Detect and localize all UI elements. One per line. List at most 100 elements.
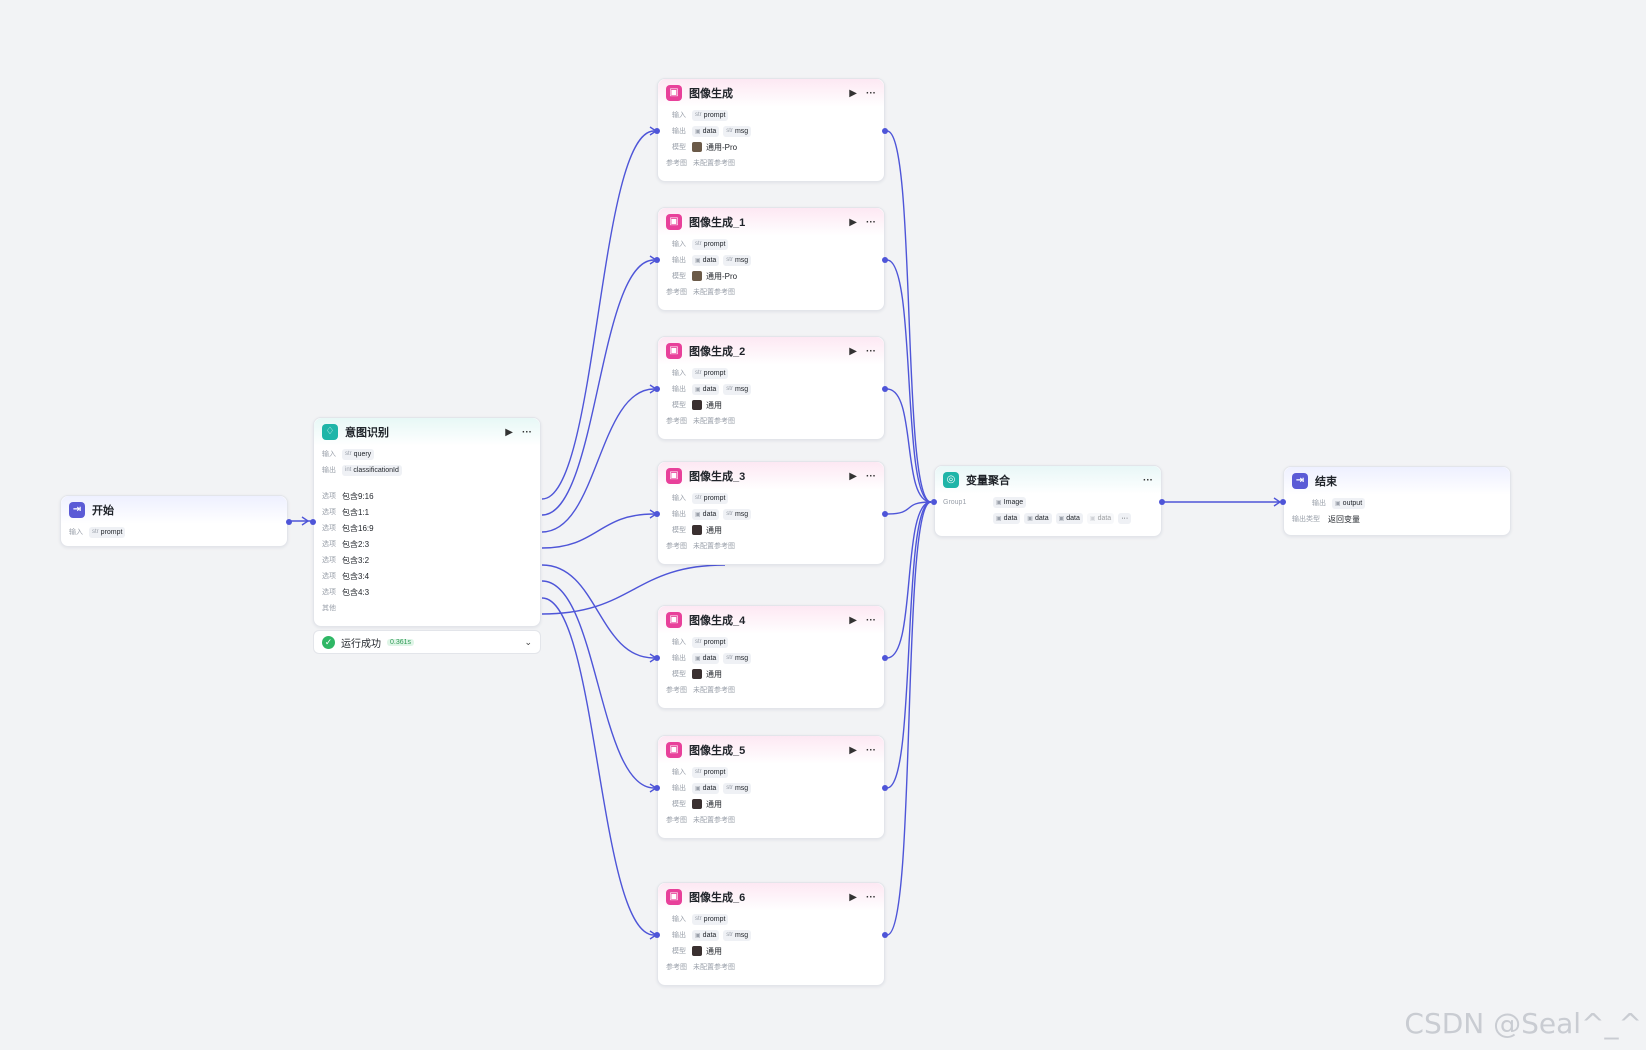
edge-intent-image-3 (541, 513, 655, 549)
image-gen-node-1[interactable]: ▣ 图像生成_1 ▶ ··· 输入 str prompt 输出 ▣ data str m… (654, 207, 888, 311)
run-icon[interactable]: ▶ (505, 427, 513, 438)
group-var-tag: ▣ Image (993, 496, 1027, 508)
image-icon: ▣ (666, 612, 682, 628)
start-output-port[interactable] (286, 519, 292, 525)
aggregate-input-port[interactable] (931, 499, 937, 505)
output-var-tag: int classificationId (342, 464, 402, 476)
image-gen-input-port[interactable] (654, 511, 660, 517)
image-gen-output-row: 输出 ▣ data str msg (658, 506, 884, 522)
model-thumbnail (692, 669, 702, 679)
image-gen-output-port[interactable] (882, 511, 888, 517)
reference-value: 未配置参考图 (693, 687, 735, 694)
input-var-tag: str query (342, 448, 375, 460)
image-icon: ▣ (666, 742, 682, 758)
image-gen-title: 图像生成_4 (689, 615, 746, 627)
image-gen-node-3[interactable]: ▣ 图像生成_3 ▶ ··· 输入 str prompt 输出 ▣ data str m… (654, 461, 888, 565)
aggregate-output-port[interactable] (1159, 499, 1165, 505)
output-var-tag: str msg (723, 254, 752, 266)
model-name: 通用 (706, 525, 722, 535)
intent-output-row: 输出 int classificationId (314, 462, 540, 478)
image-gen-output-port[interactable] (882, 932, 888, 938)
image-gen-output-port[interactable] (882, 386, 888, 392)
aggregate-node[interactable]: ◎ 变量聚合 ··· Group1 ▣ Image ▣ data ▣ data ▣ da… (931, 465, 1165, 537)
image-gen-output-port[interactable] (882, 257, 888, 263)
image-gen-input-port[interactable] (654, 386, 660, 392)
intent-node[interactable]: ♢ 意图识别 ▶ ··· 输入 str query 输出 int classifica… (310, 417, 541, 627)
aggregate-group-row: Group1 ▣ Image (935, 494, 1161, 510)
image-gen-node-6[interactable]: ▣ 图像生成_6 ▶ ··· 输入 str prompt 输出 ▣ data str m… (654, 882, 888, 986)
output-type-value: 返回变量 (1328, 514, 1360, 524)
image-gen-output-port[interactable] (882, 655, 888, 661)
edge-intent-image-2 (541, 388, 655, 533)
output-var-tag: ▣ data (692, 652, 720, 664)
image-gen-output-row: 输出 ▣ data str msg (658, 927, 884, 943)
more-icon[interactable]: ··· (1143, 475, 1153, 486)
image-gen-node-4[interactable]: ▣ 图像生成_4 ▶ ··· 输入 str prompt 输出 ▣ data str m… (654, 605, 888, 709)
run-icon[interactable]: ▶ (849, 346, 857, 357)
more-vars-icon[interactable]: ··· (1118, 512, 1132, 524)
output-var-tag: ▣ data (692, 254, 720, 266)
run-icon[interactable]: ▶ (849, 88, 857, 99)
more-icon[interactable]: ··· (866, 217, 876, 228)
image-gen-input-port[interactable] (654, 932, 660, 938)
end-node-title: 结束 (1315, 476, 1337, 488)
intent-option-0: 选项 包含9:16 (322, 491, 374, 501)
edge-image-aggregate-1 (886, 259, 932, 503)
image-gen-input-port[interactable] (654, 785, 660, 791)
reference-value: 未配置参考图 (693, 289, 735, 296)
run-icon[interactable]: ▶ (849, 471, 857, 482)
image-gen-node-0[interactable]: ▣ 图像生成 ▶ ··· 输入 str prompt 输出 ▣ data str msg… (654, 78, 888, 182)
start-input-row: 输入 str prompt (61, 524, 287, 540)
image-gen-ref-row: 参考图 未配置参考图 (666, 160, 735, 167)
start-node-title: 开始 (92, 505, 114, 517)
more-icon[interactable]: ··· (866, 471, 876, 482)
edge-image-aggregate-0 (886, 130, 932, 503)
image-gen-output-row: 输出 ▣ data str msg (658, 780, 884, 796)
image-gen-output-row: 输出 ▣ data str msg (658, 123, 884, 139)
more-icon[interactable]: ··· (866, 88, 876, 99)
group-label: Group1 (943, 498, 967, 506)
more-icon[interactable]: ··· (522, 427, 532, 438)
more-icon[interactable]: ··· (866, 346, 876, 357)
end-input-port[interactable] (1280, 499, 1286, 505)
image-gen-node-5[interactable]: ▣ 图像生成_5 ▶ ··· 输入 str prompt 输出 ▣ data str m… (654, 735, 888, 839)
intent-input-port[interactable] (310, 519, 316, 525)
run-status-bar[interactable]: ✓ 运行成功 0.361s ⌄ (313, 630, 541, 654)
run-icon[interactable]: ▶ (849, 217, 857, 228)
intent-option-4: 选项 包含3:2 (322, 555, 370, 565)
image-gen-output-port[interactable] (882, 785, 888, 791)
image-gen-node-2[interactable]: ▣ 图像生成_2 ▶ ··· 输入 str prompt 输出 ▣ data str m… (654, 336, 888, 440)
more-icon[interactable]: ··· (866, 745, 876, 756)
end-node[interactable]: ⇥ 结束 输出 ▣ output 输出类型 返回变量 (1280, 466, 1511, 536)
run-icon[interactable]: ▶ (849, 892, 857, 903)
image-gen-input-row: 输入 str prompt (658, 236, 884, 252)
image-gen-input-row: 输入 str prompt (658, 634, 884, 650)
run-icon[interactable]: ▶ (849, 745, 857, 756)
image-gen-output-port[interactable] (882, 128, 888, 134)
agg-var-tag: ▣ data (1086, 512, 1115, 524)
end-icon: ⇥ (1292, 473, 1308, 489)
image-gen-title: 图像生成_3 (689, 471, 746, 483)
edge-image-aggregate-3 (886, 501, 932, 515)
more-icon[interactable]: ··· (866, 615, 876, 626)
run-icon[interactable]: ▶ (849, 615, 857, 626)
model-thumbnail (692, 525, 702, 535)
input-var-tag: str prompt (692, 109, 729, 121)
image-gen-input-row: 输入 str prompt (658, 365, 884, 381)
image-gen-input-port[interactable] (654, 257, 660, 263)
input-var-tag: str prompt (692, 238, 729, 250)
image-gen-input-port[interactable] (654, 655, 660, 661)
chevron-down-icon[interactable]: ⌄ (524, 637, 532, 648)
model-name: 通用 (706, 799, 722, 809)
input-label: 输入 (69, 529, 83, 536)
start-node[interactable]: ⇥ 开始 输入 str prompt (60, 495, 292, 547)
reference-value: 未配置参考图 (693, 817, 735, 824)
edge-intent-image-5 (541, 580, 655, 789)
image-gen-model-row: 模型 通用 (672, 525, 722, 535)
duration-badge: 0.361s (387, 638, 415, 646)
intent-option-other: 其他 (322, 605, 336, 612)
output-var-tag: str msg (723, 929, 752, 941)
image-gen-model-row: 模型 通用 (672, 400, 722, 410)
more-icon[interactable]: ··· (866, 892, 876, 903)
image-gen-input-port[interactable] (654, 128, 660, 134)
